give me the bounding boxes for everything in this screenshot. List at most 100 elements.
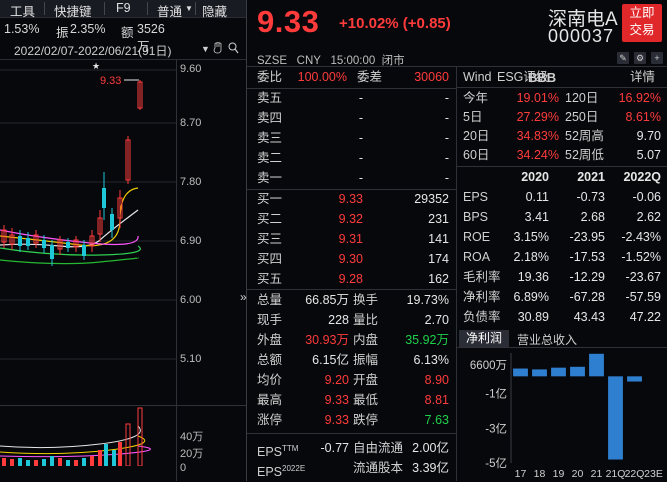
toolbar-f9[interactable]: F9: [116, 1, 131, 15]
toolbar-tools[interactable]: 工具: [10, 1, 35, 20]
price-axis-line: [176, 60, 177, 481]
chevron-down-icon[interactable]: ▼: [201, 44, 210, 54]
chevron-down-icon[interactable]: ▼: [185, 4, 193, 13]
x-tick-label: 23E: [644, 468, 663, 480]
price-tick: 6.00: [180, 294, 202, 306]
x-tick-label: 21: [591, 468, 603, 480]
hand-icon[interactable]: [213, 41, 223, 54]
price-tick: 9.60: [180, 63, 202, 75]
stat-row: 最高 9.33 最低 8.81: [257, 393, 449, 407]
return-row: 60日 34.24% 52周低 5.07: [463, 148, 661, 162]
ask-row[interactable]: 卖四 - -: [247, 109, 456, 128]
weicha-value: 30060: [414, 70, 449, 84]
price-tick: 5.10: [180, 353, 202, 365]
bar-20[interactable]: [570, 366, 585, 377]
magnifier-icon[interactable]: [228, 42, 239, 54]
esg-rating: BBB: [528, 70, 557, 85]
x-tick-label: 21Q: [606, 468, 626, 480]
bar-22Q[interactable]: [627, 376, 642, 382]
toolbar-normal[interactable]: 普通: [157, 1, 182, 20]
year-header-row: 2020 2021 2022Q: [521, 170, 661, 184]
stat-row: 均价 9.20 开盘 8.90: [257, 373, 449, 387]
metric-row: ROA 2.18% -17.53 -1.52%: [463, 250, 661, 264]
fundamentals-panel: Wind ESG评级 BBB 详情 今年 19.01% 120日 16.92% …: [457, 67, 667, 481]
eps-2022-row: EPS2022E 流通股本 3.39亿: [257, 461, 449, 480]
volume-chart[interactable]: [0, 406, 176, 466]
svg-text:★: ★: [92, 62, 100, 72]
edit-icon[interactable]: ✎: [617, 52, 629, 64]
return-row: 今年 19.01% 120日 16.92%: [463, 91, 661, 105]
amount-label: 额: [121, 26, 134, 40]
bid-row[interactable]: 买四 9.30 174: [247, 250, 456, 269]
ask-row[interactable]: 卖五 - -: [247, 89, 456, 108]
stat-row: 总量 66.85万 换手 19.73%: [257, 293, 449, 307]
x-tick-label: 19: [553, 468, 565, 480]
order-book: 委比 100.00% 委差 30060 卖五 - - 卖四 - - 卖三 - -…: [247, 67, 456, 481]
price-tick: 7.80: [180, 176, 202, 188]
y-tick-label: -5亿: [485, 457, 507, 470]
metric-row: BPS 3.41 2.68 2.62: [463, 210, 661, 224]
last-price: 9.33: [257, 4, 320, 39]
return-row: 5日 27.29% 250日 8.61%: [463, 110, 661, 124]
stat-row: 涨停 9.33 跌停 7.63: [257, 413, 449, 427]
tab-revenue[interactable]: 营业总收入: [517, 331, 577, 348]
esg-detail-link[interactable]: 详情: [630, 68, 655, 87]
x-tick-label: 20: [572, 468, 584, 480]
bid-row[interactable]: 买二 9.32 231: [247, 210, 456, 229]
y-tick-label: -3亿: [485, 422, 507, 435]
weibi-row: 委比 100.00% 委差 30060: [247, 68, 456, 87]
esg-row: Wind ESG评级 BBB 详情: [463, 68, 656, 87]
kline-chart[interactable]: ★ 9.33: [0, 60, 176, 405]
toolbar-shortcuts[interactable]: 快捷键: [54, 1, 92, 20]
bar-21[interactable]: [589, 353, 604, 377]
bar-17[interactable]: [513, 368, 528, 377]
y-tick-label: 6600万: [470, 360, 507, 372]
bid-row[interactable]: 买一 9.33 29352: [247, 190, 456, 209]
eps-ttm-row: EPSTTM -0.77 自由流通 2.00亿: [257, 441, 449, 460]
stat-row: 外盘 30.93万 内盘 35.92万: [257, 333, 449, 347]
toolbar-hide[interactable]: 隐藏: [202, 1, 227, 20]
ask-row[interactable]: 卖一 - -: [247, 169, 456, 188]
bar-22[interactable]: [608, 376, 623, 460]
metric-row: ROE 3.15% -23.95 -2.43%: [463, 230, 661, 244]
eps-ttm-value: -0.77: [320, 441, 350, 455]
stat-row: 现手 228 量比 2.70: [257, 313, 449, 327]
tab-net-profit[interactable]: 净利润: [459, 330, 509, 347]
ask-row[interactable]: 卖三 - -: [247, 129, 456, 148]
return-row: 20日 34.83% 52周高 9.70: [463, 129, 661, 143]
add-icon[interactable]: +: [651, 52, 663, 64]
bar-18[interactable]: [532, 369, 547, 377]
stat-row: 总额 6.15亿 振幅 6.13%: [257, 353, 449, 367]
collapse-arrow-icon[interactable]: »: [240, 290, 247, 304]
amplitude-label: 振: [56, 26, 69, 40]
volume-tick: 0: [180, 462, 187, 474]
x-tick-label: 18: [534, 468, 546, 480]
bid-row[interactable]: 买五 9.28 162: [247, 270, 456, 289]
shares-value: 3.39亿: [412, 461, 449, 475]
metric-row: EPS 0.11 -0.73 -0.06: [463, 190, 661, 204]
x-tick-label: 17: [515, 468, 527, 480]
bar-19[interactable]: [551, 367, 566, 377]
amplitude-value: 2.35%: [70, 22, 106, 36]
weibi-value: 100.00%: [297, 70, 347, 84]
y-tick-label: -1亿: [485, 388, 507, 401]
bid-row[interactable]: 买三 9.31 141: [247, 230, 456, 249]
ask-row[interactable]: 卖二 - -: [247, 149, 456, 168]
max-marker-label: 9.33: [100, 75, 121, 87]
volume-tick: 40万: [180, 431, 204, 443]
x-tick-label: 22Q: [625, 468, 645, 480]
stock-code: 000037: [548, 26, 615, 46]
metric-row: 净利率 6.89% -67.28 -57.59: [463, 290, 661, 304]
metric-row: 负债率 30.89 43.43 47.22: [463, 310, 661, 324]
float-value: 2.00亿: [412, 441, 449, 455]
chart-tab-bar: 净利润 营业总收入: [457, 330, 667, 348]
net-profit-chart[interactable]: 6600万 -1亿 -3亿 -5亿 17 18 19 20 21 21Q 22Q 23E: [457, 349, 667, 481]
price-tick: 8.70: [180, 117, 202, 129]
settings-icon[interactable]: ⚙: [634, 52, 646, 64]
price-change: +10.02% (+0.85): [339, 15, 451, 32]
price-tick: 6.90: [180, 235, 202, 247]
ma60-line: [0, 245, 141, 256]
volume-tick: 20万: [180, 448, 204, 460]
date-range[interactable]: 2022/02/07-2022/06/21(91日): [14, 42, 171, 59]
trade-now-button[interactable]: 立即 交易: [622, 4, 662, 42]
